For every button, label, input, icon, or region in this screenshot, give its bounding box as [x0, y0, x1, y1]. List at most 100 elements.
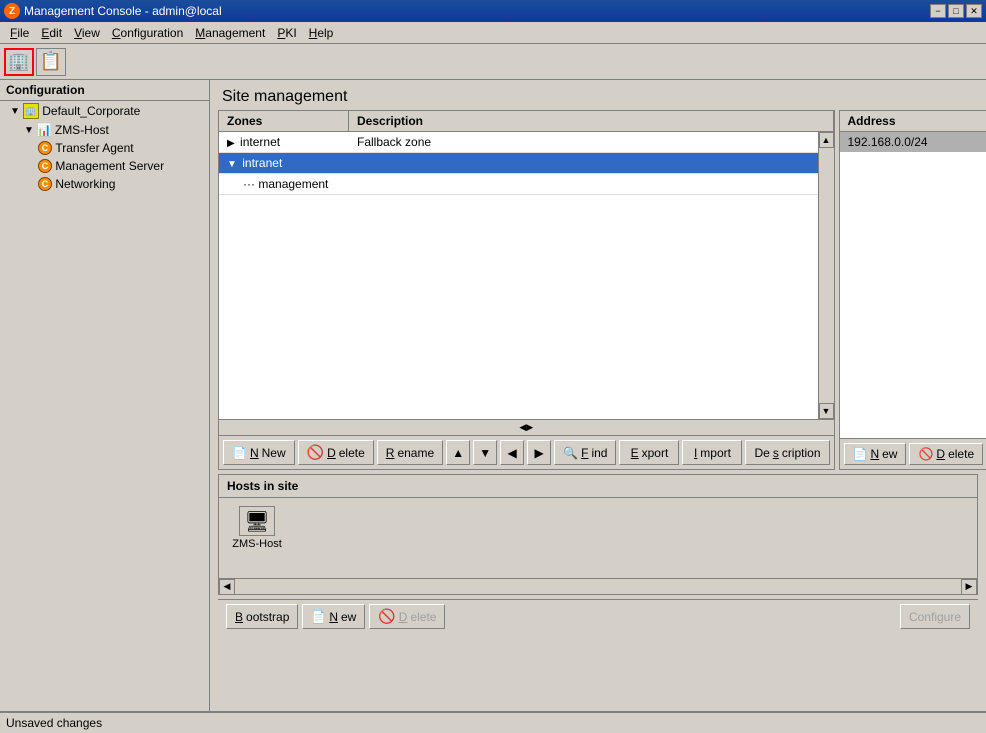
hosts-delete-button[interactable]: 🚫 Delete — [369, 604, 445, 629]
tree-item-transfer-agent[interactable]: C Transfer Agent — [0, 139, 209, 157]
host-computer-icon: 🖥 — [244, 509, 269, 534]
toolbar-site-mgmt-button[interactable]: 🏢 — [4, 48, 34, 76]
site-mgmt-area: Zones Description ▶ internet Fallback zo… — [210, 110, 986, 711]
configure-button[interactable]: Configure — [900, 604, 970, 629]
hosts-title: Hosts in site — [219, 475, 977, 498]
menu-file[interactable]: File — [4, 24, 35, 42]
zone-down-button[interactable]: ▼ — [473, 440, 497, 465]
close-button[interactable]: ✕ — [966, 4, 982, 18]
networking-icon: C — [38, 177, 52, 191]
zone-rename-button[interactable]: Rename — [377, 440, 443, 465]
addr-new-button[interactable]: 📄 New — [844, 443, 907, 465]
zone-new-icon: 📄 — [232, 446, 247, 460]
zones-address-row: Zones Description ▶ internet Fallback zo… — [218, 110, 978, 470]
zone-find-button[interactable]: 🔍 Find — [554, 440, 616, 465]
zone-new-button[interactable]: 📄 NNew — [223, 440, 295, 465]
zone-export-button[interactable]: Export — [619, 440, 679, 465]
transfer-agent-label: Transfer Agent — [55, 141, 133, 155]
minimize-button[interactable]: − — [930, 4, 946, 18]
zones-cell-internet-name: ▶ internet — [219, 132, 349, 152]
hosts-delete-icon: 🚫 — [378, 608, 395, 625]
address-list[interactable]: 192.168.0.0/24 ▲ ▼ — [840, 132, 986, 438]
menu-bar: File Edit View Configuration Management … — [0, 22, 986, 44]
hscroll-right[interactable]: ▶ — [961, 579, 977, 595]
menu-management[interactable]: Management — [189, 24, 271, 42]
toolbar-config-button[interactable]: 📋 — [36, 48, 66, 76]
scroll-down-arrow[interactable]: ▼ — [819, 403, 834, 419]
transfer-agent-icon: C — [38, 141, 52, 155]
scroll-up-arrow[interactable]: ▲ — [819, 132, 834, 148]
site-mgmt-icon: 🏢 — [8, 51, 30, 72]
zones-row-intranet[interactable]: ▼ intranet — [219, 153, 834, 174]
content-panel: Site management Zones Description ▶ — [210, 80, 986, 711]
host-label-zms: ZMS-Host — [232, 538, 282, 550]
address-header: Address — [840, 111, 986, 132]
maximize-button[interactable]: □ — [948, 4, 964, 18]
corp-label: Default_Corporate — [42, 104, 140, 118]
app-icon: Z — [4, 3, 20, 19]
zone-left-button[interactable]: ◀ — [500, 440, 524, 465]
tree-item-mgmt-server[interactable]: C Management Server — [0, 157, 209, 175]
status-text: Unsaved changes — [6, 716, 102, 730]
zones-cell-mgmt-desc — [349, 174, 834, 194]
zones-cell-mgmt-name: ··· management — [219, 174, 349, 194]
window-title: Management Console - admin@local — [24, 4, 222, 18]
menu-configuration[interactable]: Configuration — [106, 24, 189, 42]
host-icon-zms: 🖥 — [239, 506, 275, 536]
config-icon: 📋 — [40, 51, 62, 72]
hosts-new-button[interactable]: 📄 New — [302, 604, 365, 629]
zms-host-icon: 📊 — [37, 123, 52, 137]
bootstrap-button[interactable]: Bootstrap — [226, 604, 298, 629]
zones-hscroll[interactable]: ◀▶ — [219, 419, 834, 435]
tree-item-zms-host[interactable]: ▼ 📊 ZMS-Host — [0, 121, 209, 139]
tree-item-default-corp[interactable]: ▼ 🏢 Default_Corporate — [0, 101, 209, 121]
zones-row-management[interactable]: ··· management — [219, 174, 834, 195]
menu-pki[interactable]: PKI — [271, 24, 302, 42]
zones-cell-intranet-desc — [349, 153, 834, 173]
zone-up-button[interactable]: ▲ — [446, 440, 470, 465]
zms-host-label: ZMS-Host — [55, 123, 109, 137]
status-bar: Unsaved changes — [0, 711, 986, 733]
zones-row-internet[interactable]: ▶ internet Fallback zone — [219, 132, 834, 153]
host-item-zms[interactable]: 🖥 ZMS-Host — [227, 506, 287, 550]
address-toolbar: 📄 New 🚫 Delete ✏️ Edit — [840, 438, 986, 469]
zone-import-button[interactable]: Import — [682, 440, 742, 465]
hosts-section: Hosts in site 🖥 ZMS-Host ◀ ▶ — [218, 474, 978, 595]
networking-label: Networking — [55, 177, 115, 191]
mgmt-server-icon: C — [38, 159, 52, 173]
zones-scroll[interactable]: ▶ internet Fallback zone ▼ intranet — [219, 132, 834, 419]
zones-scrollbar[interactable]: ▲ ▼ — [818, 132, 834, 419]
zones-toolbar: 📄 NNew 🚫 Delete Rename ▲ ▼ ◀ ▶ — [219, 435, 834, 469]
zones-cell-intranet-name: ▼ intranet — [219, 153, 349, 173]
zone-delete-button[interactable]: 🚫 Delete — [298, 440, 374, 465]
menu-view[interactable]: View — [68, 24, 106, 42]
zones-col-header: Zones — [219, 111, 349, 131]
zones-panel: Zones Description ▶ internet Fallback zo… — [218, 110, 835, 470]
left-panel: Configuration ▼ 🏢 Default_Corporate ▼ 📊 … — [0, 80, 210, 711]
address-panel: Address 192.168.0.0/24 ▲ ▼ 📄 Ne — [839, 110, 986, 470]
addr-delete-icon: 🚫 — [918, 447, 933, 461]
find-icon: 🔍 — [563, 446, 578, 460]
addr-delete-button[interactable]: 🚫 Delete — [909, 443, 983, 465]
title-bar-buttons: − □ ✕ — [930, 4, 982, 18]
title-bar: Z Management Console - admin@local − □ ✕ — [0, 0, 986, 22]
tree-arrow-corp: ▼ — [10, 106, 20, 117]
config-panel-title: Configuration — [0, 80, 209, 101]
hosts-hscrollbar[interactable]: ◀ ▶ — [219, 578, 977, 594]
hscroll-left[interactable]: ◀ — [219, 579, 235, 595]
hscroll-arrow: ◀▶ — [519, 422, 533, 433]
menu-help[interactable]: Help — [303, 24, 340, 42]
addr-new-icon: 📄 — [853, 447, 868, 461]
bottom-toolbar: Bootstrap 📄 New 🚫 Delete Configure — [218, 599, 978, 633]
zones-desc-header: Description — [349, 111, 834, 131]
zone-desc-button[interactable]: Description — [745, 440, 829, 465]
tree-item-networking[interactable]: C Networking — [0, 175, 209, 193]
zones-header: Zones Description — [219, 111, 834, 132]
menu-edit[interactable]: Edit — [35, 24, 68, 42]
address-row-1[interactable]: 192.168.0.0/24 — [840, 132, 986, 152]
zone-right-button[interactable]: ▶ — [527, 440, 551, 465]
intranet-arrow: ▼ — [227, 159, 237, 170]
mgmt-server-label: Management Server — [55, 159, 164, 173]
toolbar: 🏢 📋 — [0, 44, 986, 80]
main-layout: Configuration ▼ 🏢 Default_Corporate ▼ 📊 … — [0, 80, 986, 711]
